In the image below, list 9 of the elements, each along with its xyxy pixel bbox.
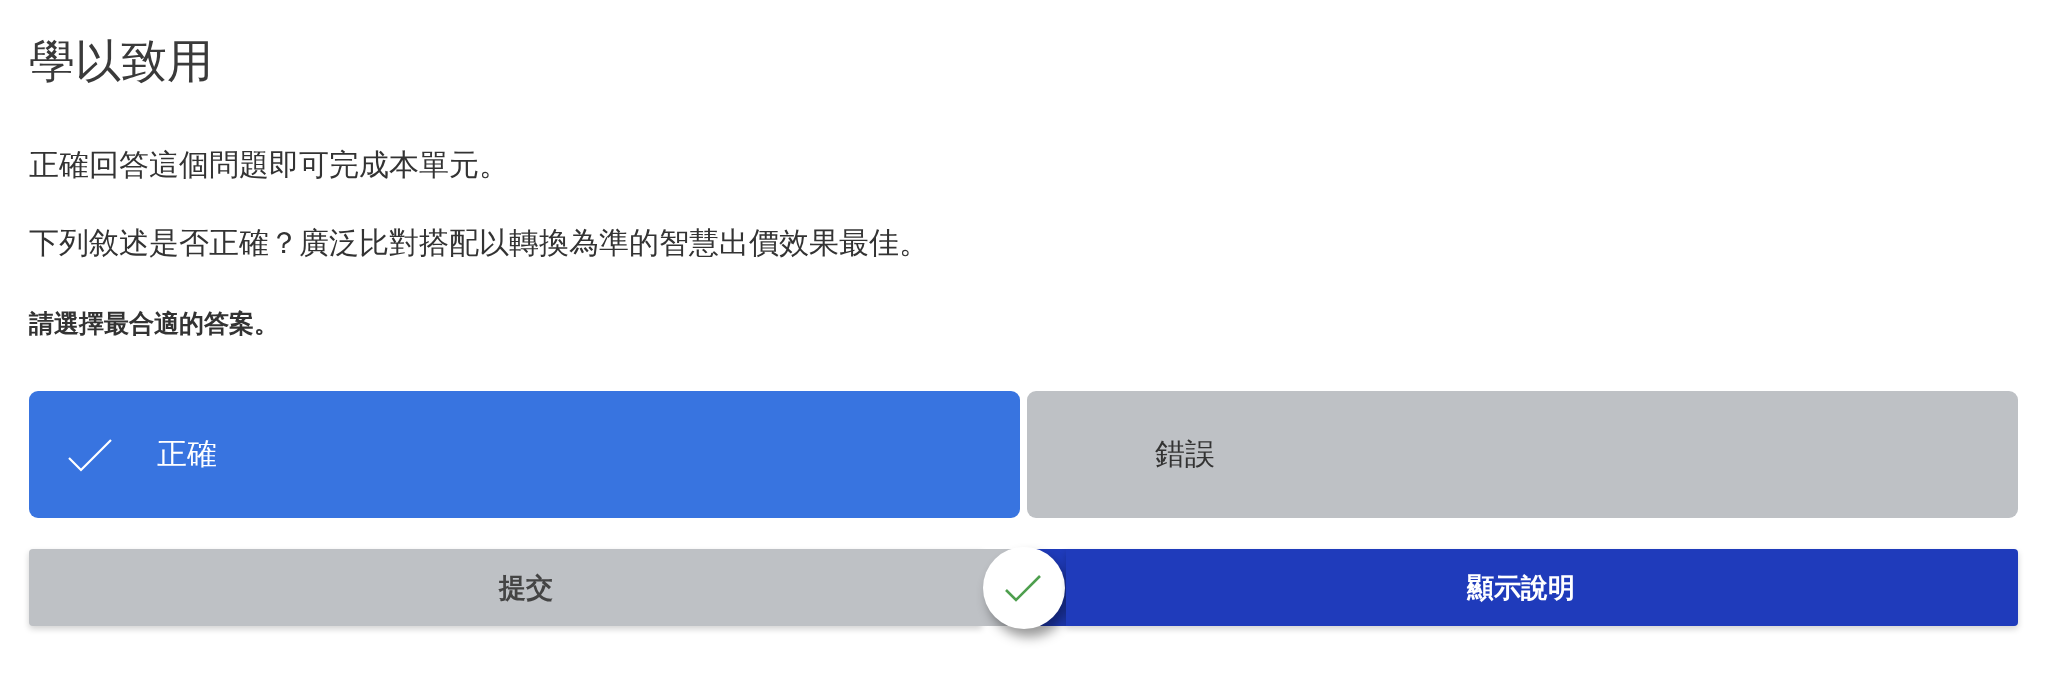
instruction-text: 請選擇最合適的答案。: [29, 308, 279, 340]
question-text: 下列敘述是否正確？廣泛比對搭配以轉換為準的智慧出價效果最佳。: [29, 224, 929, 262]
submit-button[interactable]: 提交: [29, 549, 982, 626]
page-title: 學以致用: [29, 33, 213, 89]
answer-option[interactable]: 正確: [29, 391, 1020, 518]
answer-option[interactable]: 錯誤: [1027, 391, 2018, 518]
check-icon: [68, 437, 112, 472]
intro-text: 正確回答這個問題即可完成本單元。: [29, 146, 509, 184]
show-explanation-button[interactable]: 顯示說明: [1065, 549, 2018, 626]
